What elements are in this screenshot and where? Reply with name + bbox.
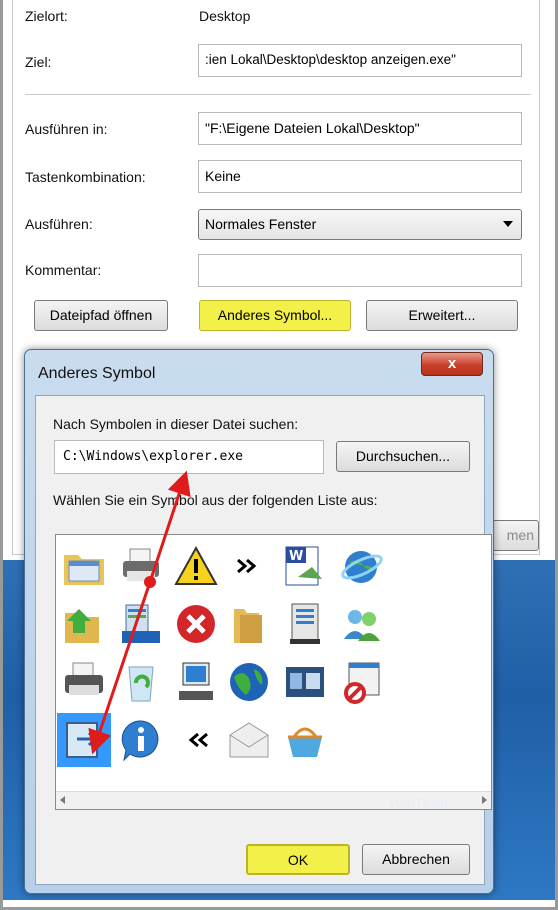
start-in-label: Ausführen in: xyxy=(25,121,108,137)
run-select[interactable]: Normales Fenster xyxy=(198,209,522,240)
server-icon[interactable] xyxy=(278,597,332,651)
scroll-left-icon[interactable] xyxy=(60,796,65,804)
open-file-location-button[interactable]: Dateipfad öffnen xyxy=(34,300,168,331)
warning-icon[interactable] xyxy=(169,539,223,593)
folder-window-icon[interactable] xyxy=(57,539,111,593)
icon-list-label: Wählen Sie ein Symbol aus der folgenden … xyxy=(53,492,378,508)
recycle-bin-icon[interactable] xyxy=(114,655,168,709)
change-icon-button[interactable]: Anderes Symbol... xyxy=(199,300,351,331)
users-icon[interactable] xyxy=(335,597,389,651)
dropdown-arrow-icon xyxy=(503,221,513,227)
cancel-button[interactable]: Abbrechen xyxy=(362,844,470,875)
fax-icon[interactable] xyxy=(57,655,111,709)
shortcut-key-input[interactable]: Keine xyxy=(198,160,522,193)
ok-button[interactable]: OK xyxy=(246,844,350,875)
blocked-window-icon[interactable] xyxy=(335,655,389,709)
mail-icon[interactable] xyxy=(222,713,276,767)
target-label: Ziel: xyxy=(25,54,52,70)
shortcut-key-label: Tastenkombination: xyxy=(25,169,146,185)
browse-button[interactable]: Durchsuchen... xyxy=(336,441,470,472)
printer-icon[interactable] xyxy=(114,539,168,593)
window-switcher-icon[interactable] xyxy=(278,655,332,709)
info-icon[interactable] xyxy=(114,713,168,767)
run-select-value: Normales Fenster xyxy=(205,216,317,232)
dialog-client-area: Nach Symbolen in dieser Datei suchen: C:… xyxy=(35,395,492,885)
target-type-label: Zielort: xyxy=(25,8,68,24)
scroll-right-icon[interactable] xyxy=(482,796,487,804)
exit-door-icon[interactable] xyxy=(57,713,111,767)
word-document-icon[interactable]: W xyxy=(278,539,332,593)
basket-icon[interactable] xyxy=(278,713,332,767)
run-label: Ausführen: xyxy=(25,216,93,232)
dialog-title: Anderes Symbol xyxy=(38,365,156,382)
watermark: WinTotal xyxy=(390,796,449,811)
start-in-input[interactable]: "F:\Eigene Dateien Lokal\Desktop" xyxy=(198,112,522,145)
close-icon: x xyxy=(447,355,457,372)
advanced-button[interactable]: Erweitert... xyxy=(366,300,518,331)
close-button[interactable]: x xyxy=(421,352,483,376)
double-chevron-right-icon[interactable] xyxy=(222,539,276,593)
comment-input[interactable] xyxy=(198,254,522,287)
double-chevron-left-icon[interactable] xyxy=(169,713,223,767)
control-panel-icon[interactable] xyxy=(114,597,168,651)
folder-icon[interactable] xyxy=(222,597,276,651)
search-file-label: Nach Symbolen in dieser Datei suchen: xyxy=(53,416,299,432)
file-path-input[interactable]: C:\Windows\explorer.exe xyxy=(54,440,324,474)
globe-icon[interactable] xyxy=(222,655,276,709)
error-icon[interactable] xyxy=(169,597,223,651)
divider xyxy=(25,94,531,95)
svg-text:W: W xyxy=(289,549,303,564)
computer-icon[interactable] xyxy=(169,655,223,709)
change-icon-dialog: Anderes Symbol x Nach Symbolen in dieser… xyxy=(24,349,494,894)
target-input[interactable]: :ien Lokal\Desktop\desktop anzeigen.exe" xyxy=(198,44,522,77)
comment-label: Kommentar: xyxy=(25,262,102,278)
icon-list[interactable]: W xyxy=(55,534,492,810)
target-type-value: Desktop xyxy=(199,8,251,24)
folder-up-icon[interactable] xyxy=(57,597,111,651)
globe-network-icon[interactable] xyxy=(335,539,389,593)
